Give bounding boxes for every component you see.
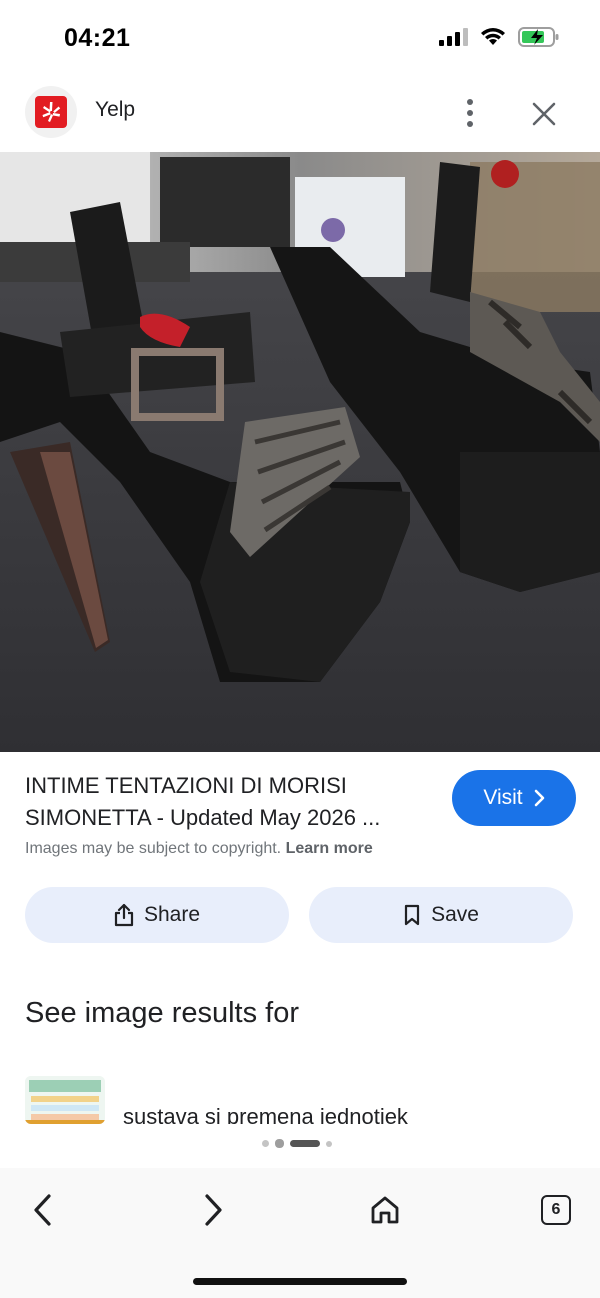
- home-icon: [371, 1196, 399, 1224]
- yelp-burst-icon: [42, 102, 61, 122]
- bottom-nav: 6: [0, 1168, 600, 1298]
- share-button[interactable]: Share: [25, 887, 289, 943]
- related-item[interactable]: sustava si premena jednotiek: [25, 1076, 585, 1124]
- yelp-logo: [25, 86, 77, 138]
- result-image[interactable]: [0, 152, 600, 752]
- chevron-right-icon: [534, 789, 544, 807]
- related-item-label: sustava si premena jednotiek: [123, 1104, 408, 1124]
- close-icon[interactable]: [526, 96, 562, 132]
- related-heading: See image results for: [25, 997, 300, 1029]
- tabs-button[interactable]: 6: [534, 1188, 578, 1232]
- status-icons: [439, 26, 560, 48]
- bookmark-icon: [404, 904, 420, 926]
- visit-label: Visit: [483, 786, 523, 809]
- chevron-left-icon: [34, 1194, 51, 1226]
- pager-dot: [262, 1140, 269, 1147]
- tab-count: 6: [541, 1195, 571, 1225]
- save-label: Save: [431, 903, 479, 926]
- status-time: 04:21: [64, 24, 131, 52]
- pager-dot: [275, 1139, 284, 1148]
- copyright-notice: Images may be subject to copyright. Lear…: [25, 840, 373, 858]
- battery-charging-icon: [518, 27, 559, 47]
- result-title[interactable]: INTIME TENTAZIONI DI MORISI SIMONETTA - …: [25, 770, 445, 834]
- status-bar: 04:21: [0, 0, 600, 80]
- cellular-signal-icon: [439, 28, 468, 46]
- back-button[interactable]: [20, 1188, 64, 1232]
- wifi-icon: [481, 28, 505, 45]
- share-label: Share: [143, 903, 201, 926]
- copyright-text: Images may be subject to copyright.: [25, 840, 282, 857]
- carousel-pager: [262, 1139, 332, 1148]
- pager-dot: [326, 1140, 332, 1147]
- chevron-right-icon: [205, 1194, 222, 1226]
- related-thumbnail: [25, 1076, 105, 1124]
- site-name: Yelp: [95, 98, 136, 121]
- home-indicator: [193, 1278, 407, 1285]
- save-button[interactable]: Save: [309, 887, 573, 943]
- share-icon: [114, 903, 134, 927]
- visit-button[interactable]: Visit: [452, 770, 576, 826]
- more-options-icon[interactable]: [456, 94, 484, 132]
- learn-more-link[interactable]: Learn more: [286, 840, 373, 857]
- app-header: Yelp: [0, 80, 600, 150]
- home-button[interactable]: [363, 1188, 407, 1232]
- forward-button[interactable]: [192, 1188, 236, 1232]
- pager-dot-active: [290, 1140, 320, 1147]
